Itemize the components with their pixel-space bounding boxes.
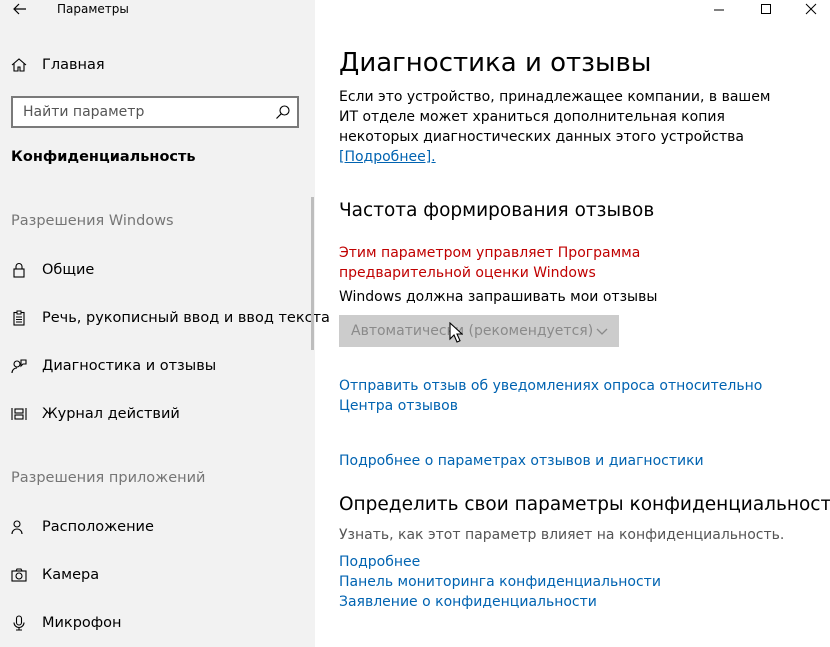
send-feedback-link[interactable]: Отправить отзыв об уведомлениях опроса о… [339, 376, 762, 416]
sidebar-item-label: Расположение [42, 519, 154, 535]
sidebar-item-speech[interactable]: Речь, рукописный ввод и ввод текста [0, 298, 330, 338]
dropdown-value: Автоматически (рекомендуется) [351, 323, 594, 339]
description-text: Если это устройство, принадлежащее компа… [339, 89, 771, 145]
activity-icon [10, 405, 28, 423]
sidebar-item-activity[interactable]: Журнал действий [0, 394, 315, 434]
feedback-frequency-dropdown[interactable]: Автоматически (рекомендуется) [339, 315, 619, 347]
search-icon[interactable] [275, 104, 291, 120]
sidebar: Параметры Главная Конфиденциальность Раз… [0, 0, 330, 647]
sidebar-item-location[interactable]: Расположение [0, 507, 315, 547]
location-person-icon [10, 518, 28, 536]
sidebar-item-label: Речь, рукописный ввод и ввод текста [42, 310, 330, 326]
description-more-link[interactable]: [Подробнее]. [339, 149, 436, 165]
sidebar-item-label: Журнал действий [42, 406, 180, 422]
person-feedback-icon [10, 357, 28, 375]
feedback-heading: Частота формирования отзывов [339, 200, 655, 221]
section-title: Конфиденциальность [11, 149, 196, 165]
sidebar-item-label: Диагностика и отзывы [42, 358, 217, 374]
sidebar-item-label: Главная [42, 57, 105, 73]
group-label-apps: Разрешения приложений [11, 470, 206, 486]
lock-icon [10, 261, 28, 279]
titlebar-left: Параметры [0, 0, 315, 20]
group-label-windows: Разрешения Windows [11, 213, 174, 229]
sidebar-item-label: Камера [42, 567, 100, 583]
feedback-frequency-label: Windows должна запрашивать мои отзывы [339, 289, 658, 305]
send-feedback-line2: Центра отзывов [339, 398, 458, 414]
microphone-icon [10, 614, 28, 632]
search-input[interactable] [13, 98, 263, 126]
back-button[interactable] [10, 0, 30, 18]
camera-icon [10, 566, 28, 584]
sidebar-item-label: Общие [42, 262, 95, 278]
send-feedback-line1: Отправить отзыв об уведомлениях опроса о… [339, 378, 763, 394]
privacy-description: Узнать, как этот параметр влияет на конф… [339, 527, 785, 543]
sidebar-item-general[interactable]: Общие [0, 250, 315, 290]
sidebar-item-diagnostics[interactable]: Диагностика и отзывы [0, 346, 315, 386]
privacy-heading: Определить свои параметры конфиденциальн… [339, 494, 830, 515]
privacy-dashboard-link[interactable]: Панель мониторинга конфиденциальности [339, 572, 661, 592]
home-icon [10, 56, 28, 74]
app-title: Параметры [57, 2, 129, 16]
main-content: Диагностика и отзывы Если это устройство… [315, 0, 830, 647]
sidebar-item-label: Микрофон [42, 615, 122, 631]
arrow-left-icon [13, 3, 26, 15]
page-description: Если это устройство, принадлежащее компа… [339, 87, 779, 167]
sidebar-item-camera[interactable]: Камера [0, 555, 315, 595]
feedback-settings-more-link[interactable]: Подробнее о параметрах отзывов и диагнос… [339, 451, 704, 471]
page-title: Диагностика и отзывы [339, 48, 652, 78]
clipboard-icon [10, 309, 28, 327]
chevron-down-icon [596, 328, 608, 335]
mouse-cursor-icon [449, 322, 463, 343]
search-box[interactable] [11, 96, 299, 128]
sidebar-item-microphone[interactable]: Микрофон [0, 603, 315, 643]
privacy-more-link[interactable]: Подробнее [339, 552, 420, 572]
sidebar-scrollbar[interactable] [311, 197, 314, 350]
privacy-statement-link[interactable]: Заявление о конфиденциальности [339, 592, 597, 612]
managed-warning: Этим параметром управляет Программа пред… [339, 245, 641, 281]
sidebar-item-home[interactable]: Главная [0, 45, 315, 85]
